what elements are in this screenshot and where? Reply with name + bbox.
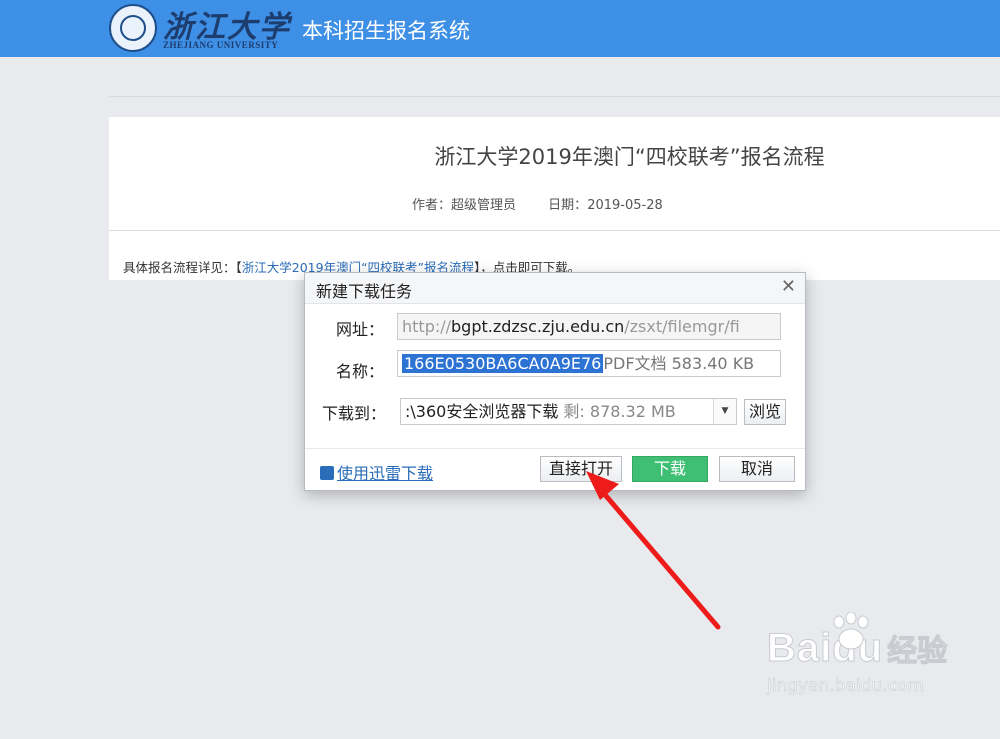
watermark-url: jingyan.baidu.com: [767, 676, 924, 697]
baidu-paw-icon: [833, 612, 869, 650]
watermark-brand-head: Bai: [766, 626, 833, 671]
baidu-jingyan-watermark: Baidu 经验 jingyan.baidu.com: [766, 612, 948, 696]
watermark-brand-cn: 经验: [887, 634, 948, 670]
